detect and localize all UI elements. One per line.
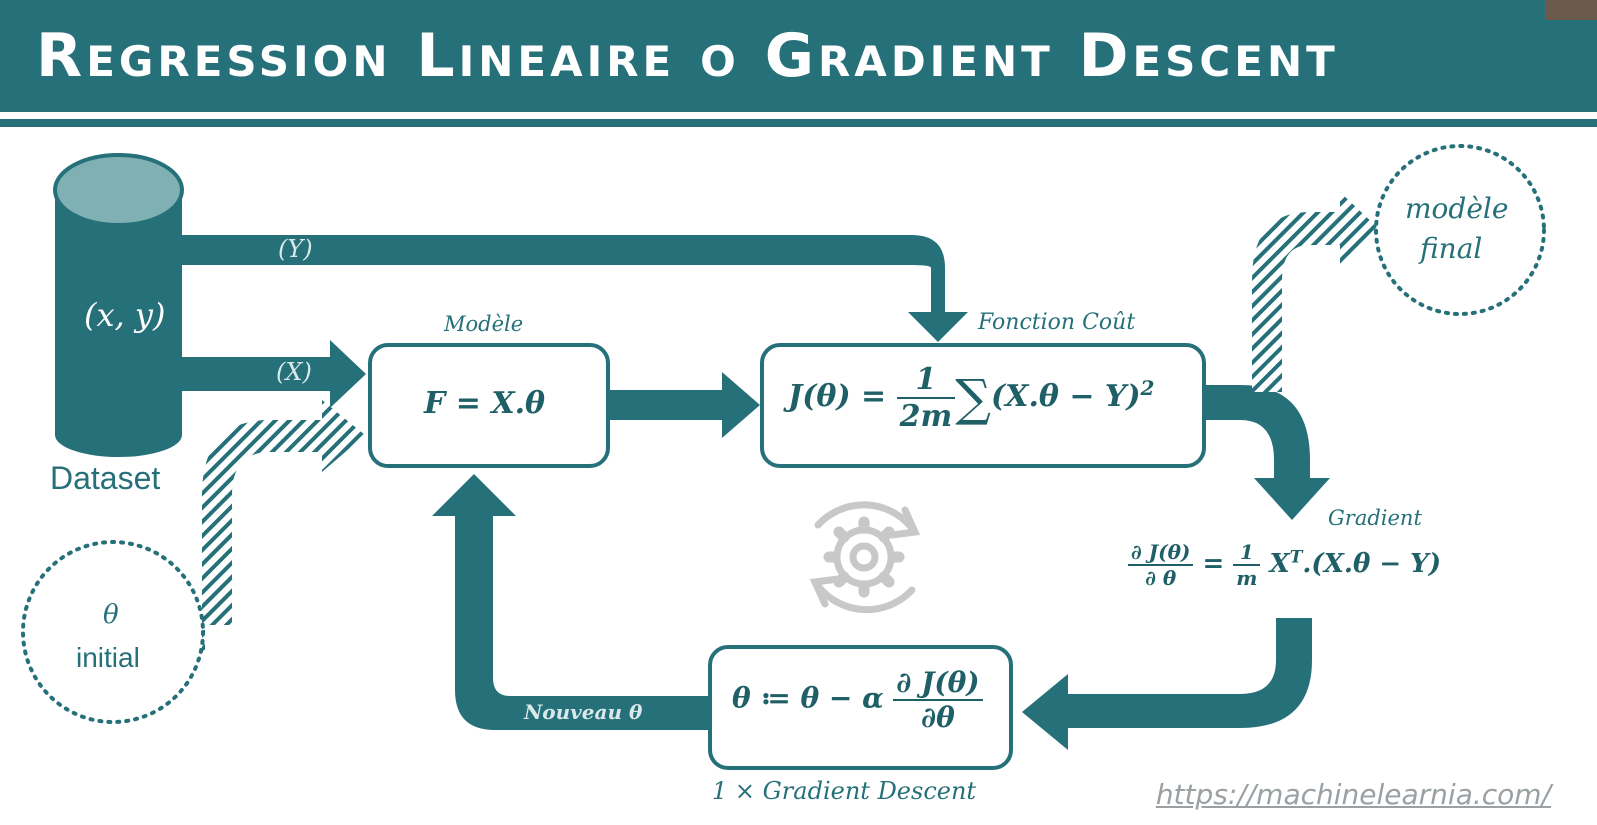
cost-frac-num: 1 (896, 362, 956, 399)
y-arrow-label: (Y) (278, 235, 313, 263)
diagram-stage: Regression Lineaire o Gradient Descent (… (0, 0, 1597, 825)
final-model-arrow (1252, 192, 1378, 392)
cost-rhs: (X.θ − Y) (990, 379, 1141, 414)
gradient-eq: = (1202, 549, 1225, 579)
dataset-label: Dataset (50, 460, 161, 496)
update-frac-den: ∂θ (921, 701, 955, 734)
model-formula: F = X.θ (424, 386, 546, 421)
model-caption: Modèle (444, 312, 524, 336)
update-formula: θ ≔ θ − α ∂ J(θ) ∂θ (732, 666, 983, 734)
final-model-line2: final (1420, 232, 1483, 265)
cost-to-gradient-arrow (1205, 385, 1330, 520)
update-caption: 1 × Gradient Descent (712, 777, 977, 805)
gradient-lhs-fraction: ∂ J(θ) ∂ θ (1128, 540, 1194, 590)
gradient-xt: X (1269, 549, 1290, 579)
final-model-circle (1374, 144, 1546, 316)
theta-initial-label: initial (76, 642, 140, 673)
gradient-lhs-den: ∂ θ (1145, 566, 1177, 590)
cost-fraction: 1 2m (896, 362, 956, 434)
final-model-line1: modèle (1405, 192, 1509, 225)
update-frac-num: ∂ J(θ) (893, 666, 983, 701)
cost-power: 2 (1140, 376, 1155, 400)
theta-initial-symbol: θ (103, 600, 119, 630)
gradient-caption: Gradient (1328, 506, 1422, 530)
model-to-cost-arrow (610, 372, 760, 438)
cost-lhs: J(θ) = (788, 379, 887, 414)
cost-frac-den: 2m (899, 399, 953, 434)
gradient-rhs: .(X.θ − Y) (1302, 549, 1442, 579)
gear-cycle-icon (809, 501, 921, 614)
source-link[interactable]: https://machinelearnia.com/ (1156, 778, 1551, 811)
x-arrow (182, 340, 366, 408)
theta-initial-arrow (202, 400, 365, 655)
gradient-frac-num: 1 (1233, 540, 1261, 566)
cost-formula: J(θ) = 1 2m ∑(X.θ − Y)2 (788, 362, 1154, 434)
gradient-xt-sup: T (1289, 547, 1303, 568)
update-lhs: θ ≔ θ − α (732, 681, 884, 715)
dataset-content: (x, y) (84, 296, 166, 334)
loop-arrow (432, 474, 708, 730)
theta-initial-circle (21, 540, 205, 724)
loop-label: Nouveau θ (524, 700, 643, 724)
cost-caption: Fonction Coût (978, 310, 1136, 335)
gradient-fraction: 1m (1233, 540, 1261, 590)
gradient-formula: ∂ J(θ) ∂ θ = 1m XT.(X.θ − Y) (1128, 540, 1441, 590)
cost-sigma: ∑ (955, 369, 991, 427)
gradient-frac-den: m (1236, 566, 1258, 590)
update-fraction: ∂ J(θ) ∂θ (893, 666, 983, 734)
x-arrow-label: (X) (276, 358, 312, 386)
gradient-to-update-arrow (1022, 618, 1312, 750)
gradient-lhs-num: ∂ J(θ) (1128, 540, 1194, 566)
